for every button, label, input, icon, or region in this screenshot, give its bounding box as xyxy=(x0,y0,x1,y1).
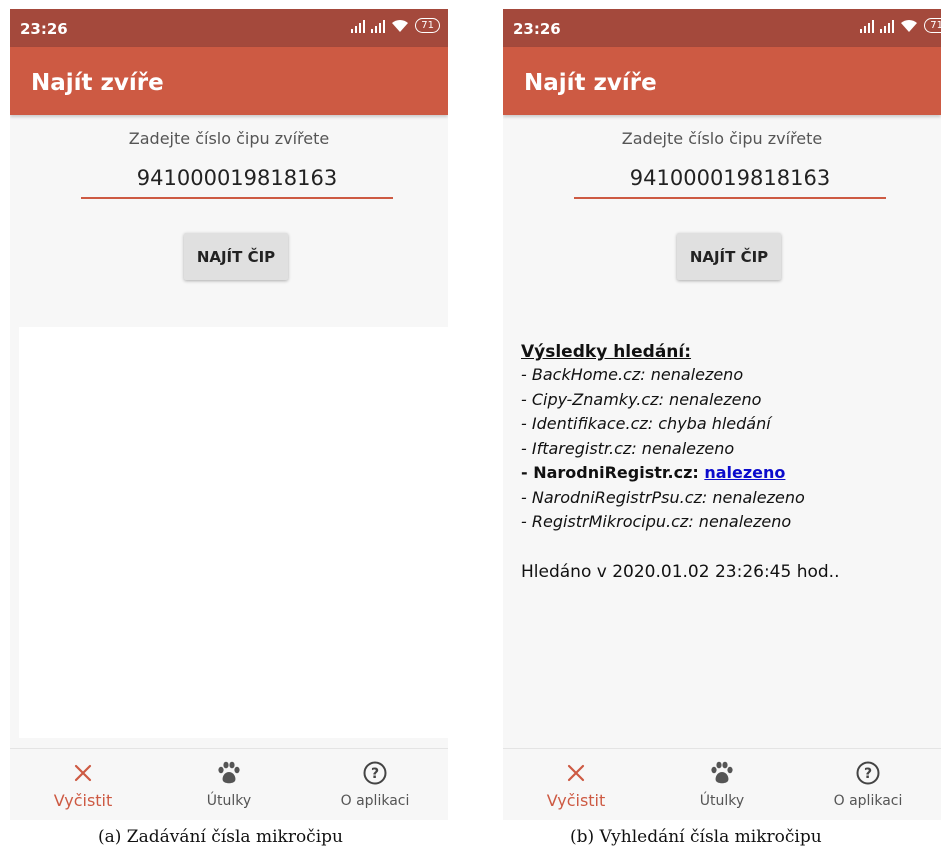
nav-shelters-button[interactable]: Útulky xyxy=(156,749,302,820)
close-icon xyxy=(74,764,92,782)
result-line: - Cipy-Znamky.cz: nenalezeno xyxy=(521,388,931,413)
result-line: - BackHome.cz: nenalezeno xyxy=(521,363,931,388)
status-time: 23:26 xyxy=(513,20,561,38)
nav-clear-button[interactable]: Vyčistit xyxy=(503,749,649,820)
help-circle-icon: ? xyxy=(856,761,880,785)
result-status: chyba hledání xyxy=(658,414,771,433)
nav-shelters-label: Útulky xyxy=(206,793,252,809)
result-source: - Cipy-Znamky.cz: xyxy=(521,389,670,409)
signal-icon xyxy=(860,19,875,33)
chip-prompt-label: Zadejte číslo čipu zvířete xyxy=(128,129,330,148)
result-line: - Iftaregistr.cz: nenalezeno xyxy=(521,437,931,462)
result-status: nenalezeno xyxy=(669,389,762,409)
find-chip-button[interactable]: NAJÍT ČIP xyxy=(677,233,781,280)
app-bar: Najít zvíře xyxy=(503,47,941,115)
result-source: - Iftaregistr.cz: xyxy=(521,438,642,458)
nav-about-button[interactable]: ? O aplikaci xyxy=(795,749,941,820)
nav-clear-label: Vyčistit xyxy=(53,791,113,810)
nav-clear-label: Vyčistit xyxy=(546,791,606,810)
battery-icon: 71 xyxy=(924,18,941,33)
results-panel-empty xyxy=(19,327,448,738)
nav-about-label: O aplikaci xyxy=(833,793,903,809)
result-line: - Identifikace.cz: chyba hledání xyxy=(521,412,931,437)
status-bar: 23:26 71 xyxy=(10,9,448,47)
nav-clear-button[interactable]: Vyčistit xyxy=(10,749,156,820)
chip-number-input[interactable] xyxy=(81,159,393,199)
nav-about-button[interactable]: ? O aplikaci xyxy=(302,749,448,820)
chip-number-input[interactable] xyxy=(574,159,886,199)
bottom-navigation: Vyčistit Útulky ? O aplikaci xyxy=(10,748,448,820)
results-heading: Výsledky hledání: xyxy=(521,342,692,362)
paw-icon xyxy=(711,761,733,784)
wifi-icon xyxy=(901,19,918,32)
nav-about-label: O aplikaci xyxy=(340,793,410,809)
result-source: - Identifikace.cz: xyxy=(521,414,659,433)
status-time: 23:26 xyxy=(20,20,68,38)
nav-shelters-label: Útulky xyxy=(699,793,745,809)
result-source: - BackHome.cz: xyxy=(521,365,651,384)
search-timestamp: Hledáno v 2020.01.02 23:26:45 hod.. xyxy=(521,561,840,582)
status-bar: 23:26 71 xyxy=(503,9,941,47)
result-source: - RegistrMikrocipu.cz: xyxy=(521,512,699,531)
help-circle-icon: ? xyxy=(363,761,387,785)
chip-prompt-label: Zadejte číslo čipu zvířete xyxy=(621,129,823,148)
phone-screen-a: 23:26 71 Najít zvíře Zadejte číslo čipu … xyxy=(10,9,448,820)
search-results: Výsledky hledání: - BackHome.cz: nenalez… xyxy=(521,341,931,583)
result-status: nenalezeno xyxy=(698,512,792,531)
result-source: - NarodniRegistrPsu.cz: xyxy=(521,487,713,507)
signal-icon xyxy=(371,19,386,33)
figure-caption-a: (a) Zadávání čísla mikročipu xyxy=(98,827,343,847)
signal-icon xyxy=(351,19,366,33)
battery-icon: 71 xyxy=(415,18,440,33)
status-icons: 71 xyxy=(351,18,440,33)
app-bar: Najít zvíře xyxy=(10,47,448,115)
result-status: nenalezeno xyxy=(650,365,744,384)
svg-text:?: ? xyxy=(371,766,379,782)
result-source: - NarodniRegistr.cz: xyxy=(521,463,705,482)
bottom-navigation: Vyčistit Útulky ? O aplikaci xyxy=(503,748,941,820)
result-line: - NarodniRegistrPsu.cz: nenalezeno xyxy=(521,486,931,511)
result-status: nenalezeno xyxy=(641,438,735,458)
find-chip-button[interactable]: NAJÍT ČIP xyxy=(184,233,288,280)
nav-shelters-button[interactable]: Útulky xyxy=(649,749,795,820)
app-title: Najít zvíře xyxy=(31,70,164,96)
app-title: Najít zvíře xyxy=(524,70,657,96)
result-found-link[interactable]: nalezeno xyxy=(704,463,785,482)
close-icon xyxy=(567,764,585,782)
result-line-found: - NarodniRegistr.cz: nalezeno xyxy=(521,461,931,486)
figure-caption-b: (b) Vyhledání čísla mikročipu xyxy=(570,827,822,847)
status-icons: 71 xyxy=(860,18,941,33)
svg-text:?: ? xyxy=(864,766,872,782)
result-status: nenalezeno xyxy=(712,487,805,507)
phone-screen-b: 23:26 71 Najít zvíře Zadejte číslo čipu … xyxy=(503,9,941,820)
wifi-icon xyxy=(392,19,409,32)
result-line: - RegistrMikrocipu.cz: nenalezeno xyxy=(521,510,931,535)
paw-icon xyxy=(218,761,240,784)
signal-icon xyxy=(880,19,895,33)
